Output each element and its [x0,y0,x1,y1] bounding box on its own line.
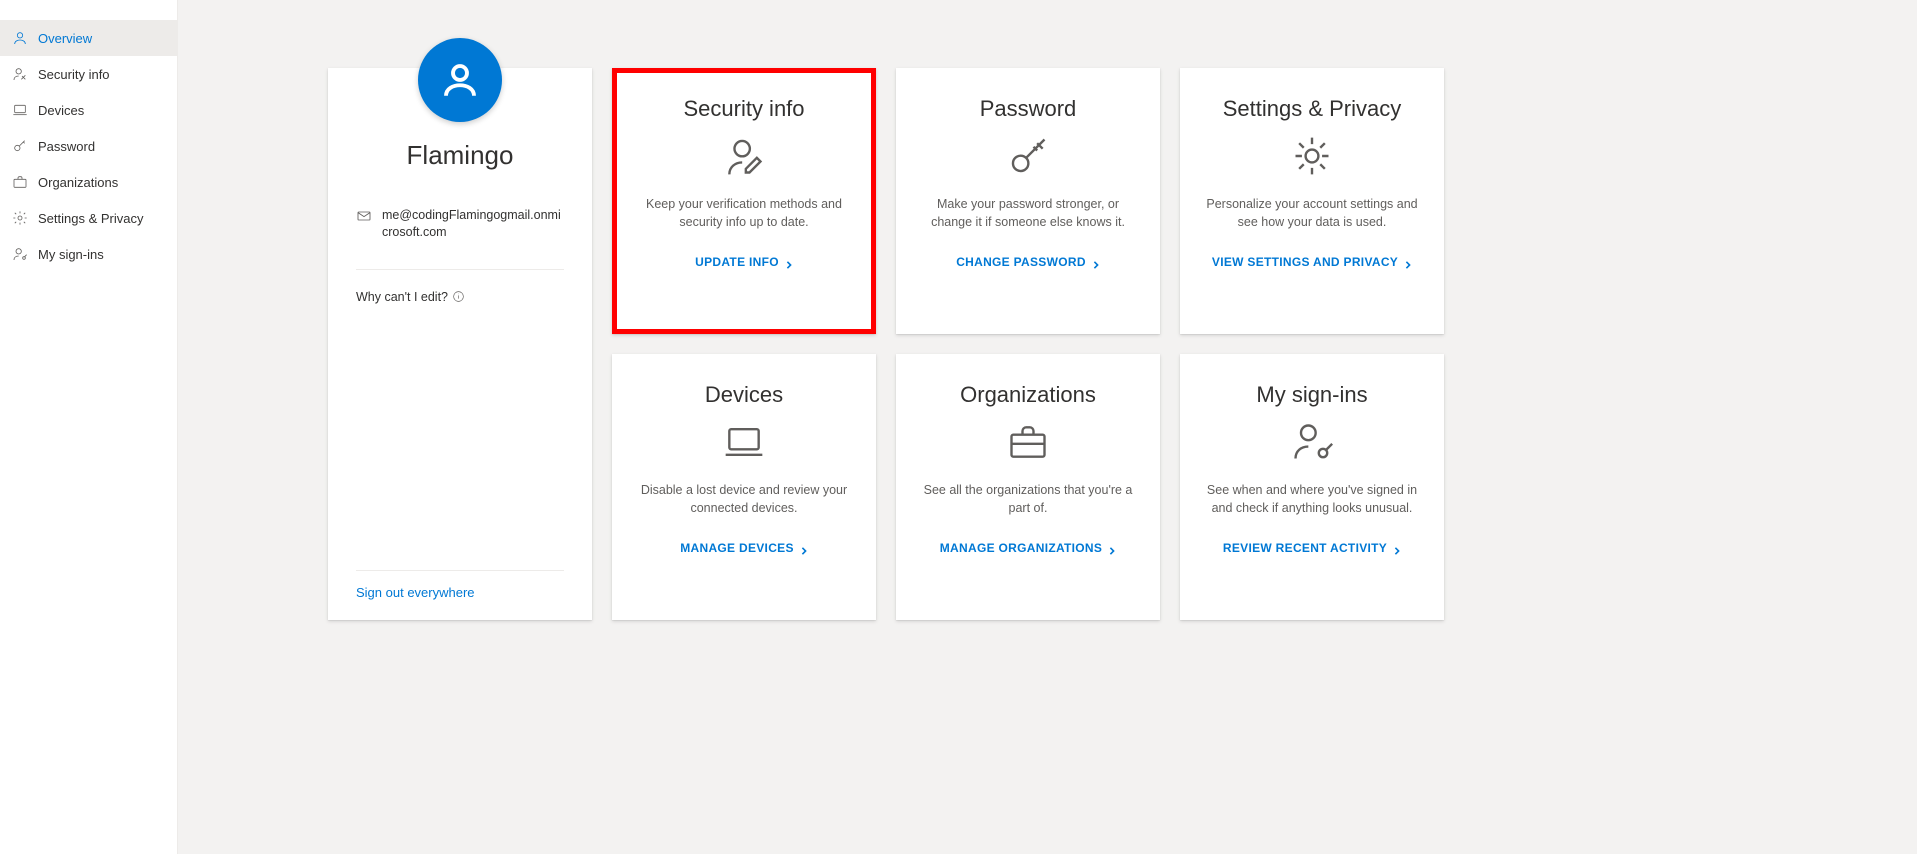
card-title: Settings & Privacy [1223,96,1402,122]
update-info-link[interactable]: UPDATE INFO [695,255,793,269]
sidebar-item-devices[interactable]: Devices [0,92,177,128]
info-icon [452,290,465,303]
gear-icon [1290,134,1334,178]
why-cant-i-edit[interactable]: Why can't I edit? [356,290,564,304]
key-icon [12,138,28,154]
mail-icon [356,208,372,224]
card-password: Password Make your password stronger, or… [896,68,1160,334]
card-title: My sign-ins [1256,382,1367,408]
chevron-right-icon [800,544,808,552]
card-settings-privacy: Settings & Privacy Personalize your acco… [1180,68,1444,334]
person-icon [12,30,28,46]
avatar [418,38,502,122]
email-row: me@codingFlamingogmail.onmicrosoft.com [356,207,564,241]
chevron-right-icon [1092,258,1100,266]
card-devices: Devices Disable a lost device and review… [612,354,876,620]
sign-out-everywhere-link[interactable]: Sign out everywhere [356,570,564,600]
chevron-right-icon [1393,544,1401,552]
card-desc: See all the organizations that you're a … [918,482,1138,517]
main-content: Flamingo me@codingFlamingogmail.onmicros… [178,0,1917,854]
gear-icon [12,210,28,226]
manage-devices-link[interactable]: MANAGE DEVICES [680,541,808,555]
card-desc: Make your password stronger, or change i… [918,196,1138,231]
sidebar-item-organizations[interactable]: Organizations [0,164,177,200]
card-title: Devices [705,382,783,408]
sidebar-item-my-signins[interactable]: My sign-ins [0,236,177,272]
view-settings-privacy-link[interactable]: VIEW SETTINGS AND PRIVACY [1212,255,1412,269]
card-title: Password [980,96,1077,122]
briefcase-icon [1006,420,1050,464]
sidebar-item-label: My sign-ins [38,247,104,262]
card-desc: Disable a lost device and review your co… [634,482,854,517]
sidebar-item-label: Settings & Privacy [38,211,144,226]
divider [356,269,564,270]
person-edit-icon [12,66,28,82]
chevron-right-icon [1404,258,1412,266]
laptop-icon [722,420,766,464]
sidebar-item-label: Organizations [38,175,118,190]
why-edit-label: Why can't I edit? [356,290,448,304]
sidebar-item-label: Devices [38,103,84,118]
card-action-label: REVIEW RECENT ACTIVITY [1223,541,1387,555]
briefcase-icon [12,174,28,190]
card-action-label: UPDATE INFO [695,255,779,269]
card-security-info: Security info Keep your verification met… [612,68,876,334]
sidebar-item-settings-privacy[interactable]: Settings & Privacy [0,200,177,236]
key-icon [1006,134,1050,178]
card-desc: Personalize your account settings and se… [1202,196,1422,231]
card-my-signins: My sign-ins See when and where you've si… [1180,354,1444,620]
display-name: Flamingo [356,140,564,171]
sidebar-item-label: Security info [38,67,110,82]
sidebar-item-overview[interactable]: Overview [0,20,177,56]
card-grid: Flamingo me@codingFlamingogmail.onmicros… [328,68,1877,620]
card-organizations: Organizations See all the organizations … [896,354,1160,620]
email-text: me@codingFlamingogmail.onmicrosoft.com [382,207,564,241]
card-action-label: CHANGE PASSWORD [956,255,1086,269]
card-title: Organizations [960,382,1096,408]
card-title: Security info [683,96,804,122]
review-recent-activity-link[interactable]: REVIEW RECENT ACTIVITY [1223,541,1401,555]
card-action-label: MANAGE DEVICES [680,541,794,555]
manage-organizations-link[interactable]: MANAGE ORGANIZATIONS [940,541,1116,555]
chevron-right-icon [785,258,793,266]
change-password-link[interactable]: CHANGE PASSWORD [956,255,1100,269]
sidebar: Overview Security info Devices Password … [0,0,178,854]
person-edit-icon [722,134,766,178]
sidebar-item-security-info[interactable]: Security info [0,56,177,92]
person-key-icon [12,246,28,262]
chevron-right-icon [1108,544,1116,552]
card-action-label: MANAGE ORGANIZATIONS [940,541,1102,555]
laptop-icon [12,102,28,118]
profile-card: Flamingo me@codingFlamingogmail.onmicros… [328,68,592,620]
sidebar-item-password[interactable]: Password [0,128,177,164]
person-key-icon [1290,420,1334,464]
card-action-label: VIEW SETTINGS AND PRIVACY [1212,255,1398,269]
sidebar-item-label: Overview [38,31,92,46]
sidebar-item-label: Password [38,139,95,154]
card-desc: Keep your verification methods and secur… [634,196,854,231]
card-desc: See when and where you've signed in and … [1202,482,1422,517]
